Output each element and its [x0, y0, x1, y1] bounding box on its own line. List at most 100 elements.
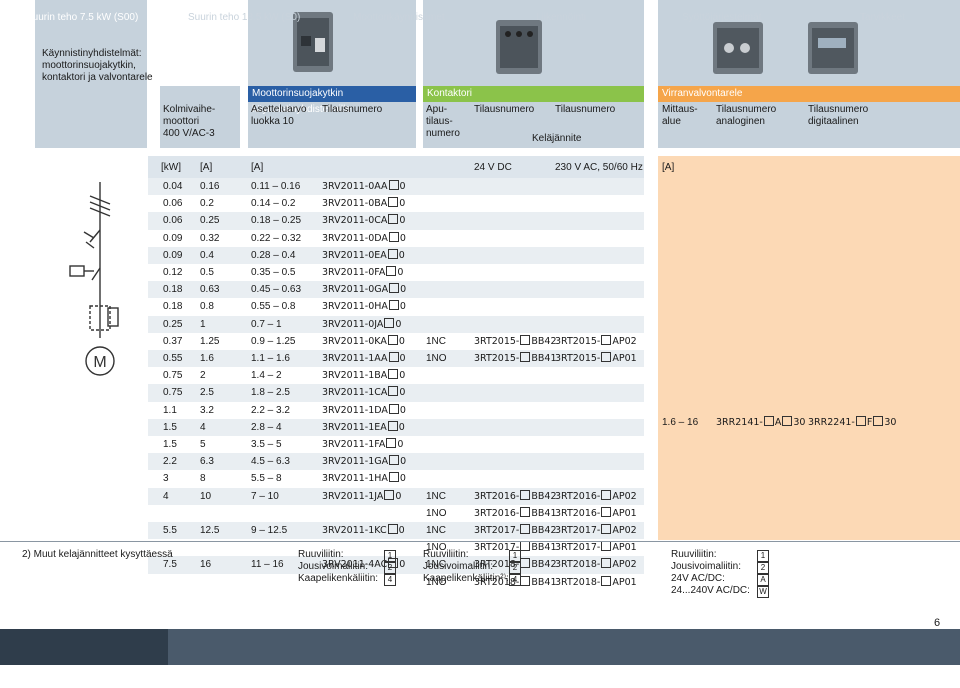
cell-setting: 0.9 – 1.25 — [251, 335, 296, 347]
cell-contactor-ac: 3RT2015- AP01 — [555, 352, 637, 364]
placeholder-box — [387, 524, 398, 534]
terminal-key: 4 — [384, 574, 396, 586]
cell-setting: 0.18 – 0.25 — [251, 215, 302, 227]
footnote-item: Jousivoimaliitin: 2 — [671, 561, 769, 574]
cell-order: 3RV2011-0AA 0 — [322, 180, 406, 192]
placeholder-box — [386, 266, 397, 276]
cell-a: 0.16 — [200, 181, 220, 192]
hdr-coil: Keläjännite — [532, 133, 582, 144]
footnote-item: Kaapelikenkäliitin: 4 — [298, 573, 396, 586]
cell-order: 3RV2011-0BA 0 — [322, 197, 406, 210]
nav-item-7-5kw[interactable]: Suurin teho 7.5 kW (S00) — [26, 12, 138, 23]
motor-symbol-icon: M — [93, 354, 106, 371]
monitor-digital-order: 3RR2241- F 30 — [808, 416, 897, 428]
terminal-key: 2 — [509, 562, 521, 574]
placeholder-box — [601, 575, 612, 586]
section-contactor: Kontaktori — [423, 86, 644, 102]
placeholder-box — [520, 541, 531, 552]
placeholder-box — [601, 506, 612, 517]
placeholder-box — [601, 352, 612, 362]
placeholder-box — [520, 575, 531, 586]
terminal-key: A — [757, 574, 769, 586]
placeholder-box — [388, 386, 399, 397]
footnote-item: Kaapelikenkäliitin²⁾: 4 — [423, 573, 521, 586]
cell-order: 3RV2011-1BA 0 — [322, 369, 406, 382]
cell-kw: 0.09 — [163, 232, 183, 244]
hdr-setting-2: luokka 10 — [251, 116, 294, 127]
nav-item-accessories[interactable]: Tarvikkeet — [860, 12, 905, 23]
cell-kw: 0.75 — [163, 387, 183, 399]
cell-order: 3RV2011-1JA 0 — [322, 489, 402, 502]
cell-setting: 1.4 – 2 — [251, 370, 282, 382]
terminal-key: 2 — [757, 562, 769, 574]
cell-setting: 0.45 – 0.63 — [251, 284, 302, 296]
placeholder-box — [384, 489, 395, 500]
placeholder-box — [763, 416, 774, 426]
footnote-item: Jousivoimaliitin: 2 — [298, 561, 396, 574]
cell-setting: 5.5 – 8 — [251, 473, 282, 485]
cell-contactor-ac: 3RT2018- AP01 — [555, 575, 637, 588]
placeholder-box — [520, 558, 531, 569]
placeholder-box — [601, 541, 612, 552]
cell-order: 3RV2011-1KC 0 — [322, 524, 405, 536]
cell-kw: 0.06 — [163, 198, 183, 210]
cell-order: 3RV2011-1GA 0 — [322, 455, 407, 468]
hdr-motor-2: moottori — [163, 116, 200, 127]
title-line-3: kontaktori ja valvontarele — [42, 72, 153, 83]
placeholder-box — [388, 352, 399, 362]
placeholder-box — [387, 420, 398, 431]
cell-setting: 1.1 – 1.6 — [251, 353, 290, 364]
cell-kw: 0.12 — [163, 267, 183, 278]
nav-item-traffic[interactable]: Liikennöinti — [536, 12, 586, 23]
cell-setting: 7 – 10 — [251, 490, 279, 502]
placeholder-box — [520, 506, 531, 517]
cell-aux: 1NC — [426, 490, 447, 502]
cell-a: 0.32 — [200, 232, 220, 244]
placeholder-box — [873, 416, 884, 426]
cell-order: 3RV2011-0DA 0 — [322, 231, 406, 244]
footnote-item: 24...240V AC/DC: W — [671, 585, 769, 598]
footnote-divider — [0, 541, 960, 542]
cell-a: 1 — [200, 318, 206, 330]
cell-order: 3RV2011-1CA 0 — [322, 386, 406, 399]
cell-a: 0.5 — [200, 267, 214, 278]
terminal-key: W — [757, 586, 769, 598]
footnote-item: Ruuviliitin: 1 — [298, 549, 396, 562]
unit-a2: [A] — [251, 162, 264, 173]
cell-contactor-ac: 3RT2015- AP02 — [555, 334, 637, 347]
placeholder-box — [601, 334, 612, 345]
hdr-digital-1: Tilausnumero — [808, 104, 869, 115]
contactor-image — [496, 20, 542, 74]
placeholder-box — [388, 197, 399, 208]
hdr-analog-2: analoginen — [716, 116, 765, 127]
terminal-key: 1 — [384, 550, 396, 562]
cell-contactor-dc: 3RT2016- BB41 — [474, 506, 557, 519]
cell-kw: 0.37 — [163, 335, 183, 347]
placeholder-box — [388, 369, 399, 380]
cell-kw: 0.09 — [163, 249, 183, 261]
cell-setting: 9 – 12.5 — [251, 525, 288, 536]
hdr-aux-1: Apu- — [426, 104, 448, 115]
placeholder-box — [601, 524, 612, 534]
terminal-key: 1 — [757, 550, 769, 562]
cell-kw: 0.04 — [163, 181, 183, 192]
cell-order: 3RV2011-0EA 0 — [322, 248, 405, 261]
placeholder-box — [601, 558, 612, 569]
hdr-range-2: alue — [662, 116, 681, 127]
circuit-diagram-icon: M — [69, 182, 119, 376]
nav-item-motor-starters[interactable]: Moottorikäynnistimet — [353, 12, 445, 23]
placeholder-box — [520, 489, 531, 500]
placeholder-box — [855, 416, 866, 426]
footnote-item: Jousivoimaliitin: 2 — [423, 561, 521, 574]
cell-order: 3RV2011-0JA 0 — [322, 317, 402, 330]
cell-a: 0.2 — [200, 198, 214, 210]
cell-contactor-dc: 3RT2015- BB41 — [474, 352, 557, 364]
cell-a: 12.5 — [200, 525, 220, 536]
nav-item-supply-systems[interactable]: Syöttöjärjestelmät — [682, 12, 761, 23]
nav-item-18-5kw[interactable]: Suurin teho 18.5 kW (S0) — [188, 12, 300, 23]
cell-a: 2.5 — [200, 387, 214, 399]
cell-order: 3RV2011-0HA 0 — [322, 300, 406, 313]
cell-kw: 2.2 — [163, 456, 177, 468]
unit-ac: 230 V AC, 50/60 Hz — [555, 162, 643, 173]
cell-contactor-ac: 3RT2017- AP02 — [555, 524, 637, 536]
